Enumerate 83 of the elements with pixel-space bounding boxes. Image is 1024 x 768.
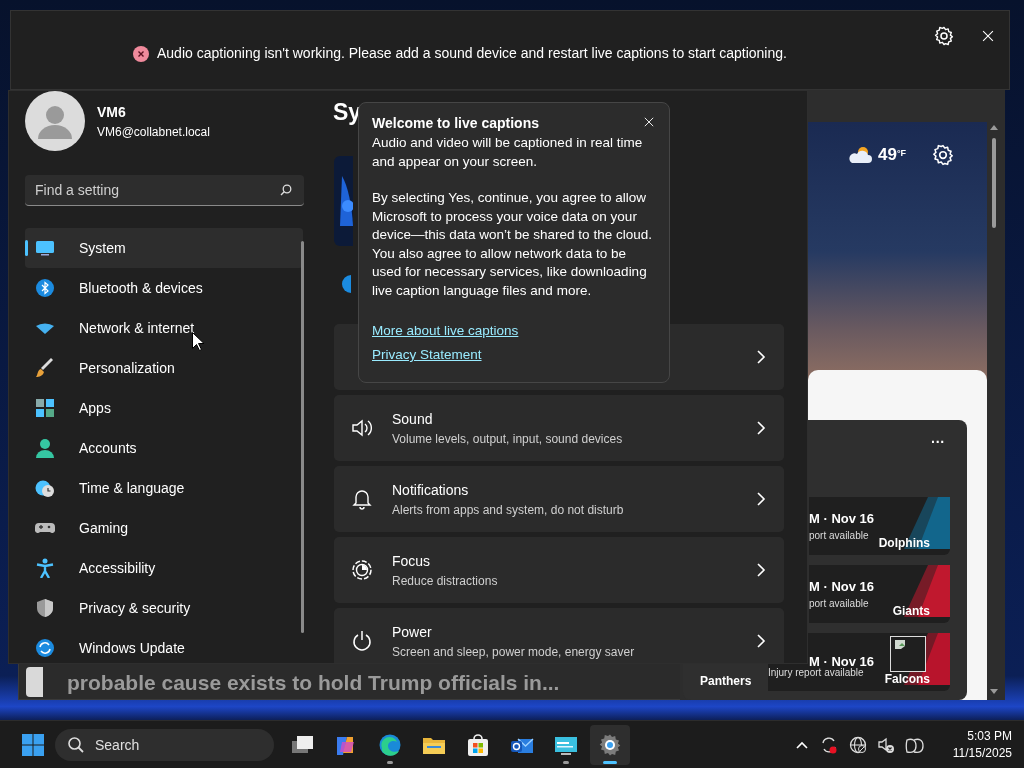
store-icon — [466, 732, 490, 757]
search-icon — [280, 184, 292, 196]
row-subtitle: Reduce distractions — [392, 572, 498, 590]
nav-item[interactable]: Gaming — [25, 508, 303, 548]
nav-item[interactable]: Accessibility — [25, 548, 303, 588]
nav-item[interactable]: Accounts — [25, 428, 303, 468]
row-subtitle: Volume levels, output, input, sound devices — [392, 430, 623, 448]
clock-icon — [35, 478, 55, 498]
error-icon — [133, 45, 149, 62]
game-note: port available — [809, 597, 870, 612]
apps-icon — [35, 398, 55, 418]
team-name: Giants — [892, 603, 930, 620]
cursor-icon — [192, 332, 204, 351]
more-button[interactable]: ··· — [931, 432, 945, 453]
avatar — [25, 91, 85, 151]
page-title: Sy — [333, 98, 362, 127]
temperature: 49$^{°F}$ — [878, 144, 907, 166]
row-title: Sound — [392, 409, 434, 429]
link[interactable]: More about live captions — [372, 321, 519, 340]
row-title: Focus — [392, 551, 432, 571]
accessibility-icon — [35, 558, 55, 578]
game-note: port available — [809, 529, 870, 544]
bluetooth-icon — [35, 278, 55, 298]
headline[interactable]: probable cause exists to hold Trump officials in... — [67, 667, 560, 699]
search-field[interactable]: Search — [55, 728, 274, 761]
game-time: M · Nov 16 — [809, 509, 874, 528]
clock-date[interactable]: 11/15/2025 — [952, 744, 1012, 762]
nav-item[interactable]: System — [25, 228, 303, 268]
settings-row[interactable]: Sound Volume levels, output, input, sound devices — [334, 395, 784, 461]
row-subtitle: Screen and sleep, power mode, energy saver — [392, 643, 635, 661]
close-icon[interactable] — [981, 29, 995, 43]
team-name: Falcons — [884, 671, 930, 688]
monitor-icon — [35, 238, 55, 258]
chevron-icon — [756, 350, 766, 364]
search-icon — [67, 735, 85, 754]
focus-icon — [351, 559, 373, 581]
speaker-icon — [351, 417, 373, 439]
bell-icon — [351, 488, 373, 510]
power-icon — [351, 630, 373, 652]
search-field[interactable]: Find a setting — [25, 175, 304, 206]
weather-icon — [846, 144, 872, 165]
shield-icon — [35, 598, 55, 618]
settings-icon[interactable] — [934, 26, 954, 46]
scrollbar[interactable] — [301, 241, 304, 633]
row-title: Notifications — [392, 480, 470, 500]
user-name: VM6 — [97, 102, 127, 122]
chevron-icon — [756, 421, 766, 435]
settings-icon[interactable] — [932, 143, 955, 166]
game-row[interactable]: M · Nov 16 port available Giants — [809, 565, 950, 623]
flyout-text: By selecting Yes, continue, you agree to allow Microsoft to process your voice data on your device—this data won’t be shared to the cloud. You also agree to allow network data to be used for necessary services, like downloading live caption language files and more. — [372, 189, 653, 300]
settings-row[interactable]: Power Screen and sleep, power mode, energy saver — [334, 608, 784, 663]
settings-row[interactable]: Notifications Alerts from apps and system, do not disturb — [334, 466, 784, 532]
globe-icon[interactable] — [848, 735, 867, 754]
team-name: Panthers — [700, 673, 752, 690]
chevron-icon — [756, 563, 766, 577]
chevron-icon — [756, 634, 766, 648]
nav-item[interactable]: Apps — [25, 388, 303, 428]
close-icon[interactable] — [643, 116, 655, 128]
clock-time[interactable]: 5:03 PM — [952, 727, 1012, 745]
game-note: Injury report available — [768, 666, 864, 680]
start-button[interactable] — [21, 732, 45, 757]
flyout-title: Welcome to live captions — [372, 114, 539, 133]
person-icon — [35, 438, 55, 458]
user-email: VM6@collabnet.local — [97, 123, 210, 141]
nav-item[interactable]: Windows Update — [25, 628, 303, 663]
game-time: M · Nov 16 — [809, 577, 874, 596]
link[interactable]: Privacy Statement — [372, 345, 482, 364]
chevron-icon[interactable] — [794, 739, 809, 750]
row-title: Power — [392, 622, 433, 642]
settings-icon — [598, 732, 622, 757]
game-row[interactable]: M · Nov 16 port available Dolphins — [809, 497, 950, 555]
nav-item[interactable]: Network & internet — [25, 308, 303, 348]
flyout-text: Audio and video will be captioned in real time and appear on your screen. — [372, 134, 644, 171]
speaker-muted-icon[interactable] — [876, 735, 895, 754]
taskbar-app[interactable] — [590, 724, 630, 765]
brush-icon — [35, 358, 55, 378]
row-subtitle: Alerts from apps and system, do not disturb — [392, 501, 624, 519]
team-name: Dolphins — [878, 535, 930, 552]
chevron-icon — [756, 492, 766, 506]
browser-icon — [378, 732, 402, 757]
error-message: Audio captioning isn't working. Please add a sound device and restart live captions to start captioning. — [157, 44, 787, 63]
nav-item[interactable]: Personalization — [25, 348, 303, 388]
settings-row[interactable]: Focus Reduce distractions — [334, 537, 784, 603]
